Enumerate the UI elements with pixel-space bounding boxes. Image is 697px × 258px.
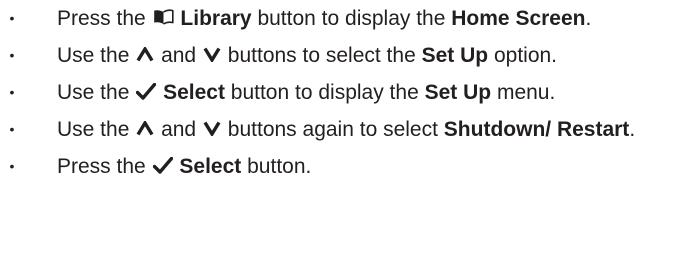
text: button to display the: [230, 81, 419, 104]
text: menu.: [496, 81, 556, 104]
punctuation: .: [585, 7, 592, 30]
instruction-document: • Press the Library button to display th…: [0, 0, 697, 258]
up-arrow-icon: [136, 120, 154, 136]
home-screen-label: Home Screen: [451, 7, 586, 30]
checkmark-icon: [152, 156, 173, 174]
list-item: • Press the Select button.: [0, 153, 697, 180]
text: Use the: [57, 81, 130, 104]
down-arrow-icon: [203, 121, 221, 136]
list-item: • Press the Library button to display th…: [0, 5, 697, 32]
text: Use the: [57, 44, 130, 67]
text: button.: [247, 155, 312, 178]
list-item: • Use the Select button to display the S…: [0, 79, 697, 106]
text: buttons again to select: [227, 118, 438, 141]
list-item: • Use the and buttons again to select Sh…: [0, 116, 697, 143]
bullet-marker: •: [9, 121, 15, 137]
set-up-label: Set Up: [424, 81, 492, 104]
text: and: [161, 44, 197, 67]
list-item: • Use the and buttons to select the Set …: [0, 42, 697, 69]
bullet-marker: •: [9, 84, 15, 100]
down-arrow-icon: [203, 47, 221, 62]
bullet-marker: •: [9, 10, 15, 26]
bullet-marker: •: [9, 47, 15, 63]
text: button to display the: [257, 7, 446, 30]
checkmark-icon: [136, 82, 157, 100]
select-button-label: Select: [163, 81, 225, 104]
punctuation: .: [629, 118, 636, 141]
text: Press the: [57, 7, 146, 30]
set-up-label: Set Up: [421, 44, 489, 67]
library-button-label: Library: [180, 7, 252, 30]
library-book-icon: [153, 9, 174, 26]
text: Use the: [57, 118, 130, 141]
text: buttons to select the: [227, 44, 416, 67]
instruction-list: • Press the Library button to display th…: [0, 5, 697, 190]
up-arrow-icon: [136, 46, 154, 62]
select-button-label: Select: [179, 155, 242, 178]
text: option.: [493, 44, 558, 67]
text: and: [161, 118, 197, 141]
text: Press the: [57, 155, 146, 178]
bullet-marker: •: [9, 158, 15, 174]
shutdown-restart-label: Shutdown/ Restart: [443, 118, 630, 141]
